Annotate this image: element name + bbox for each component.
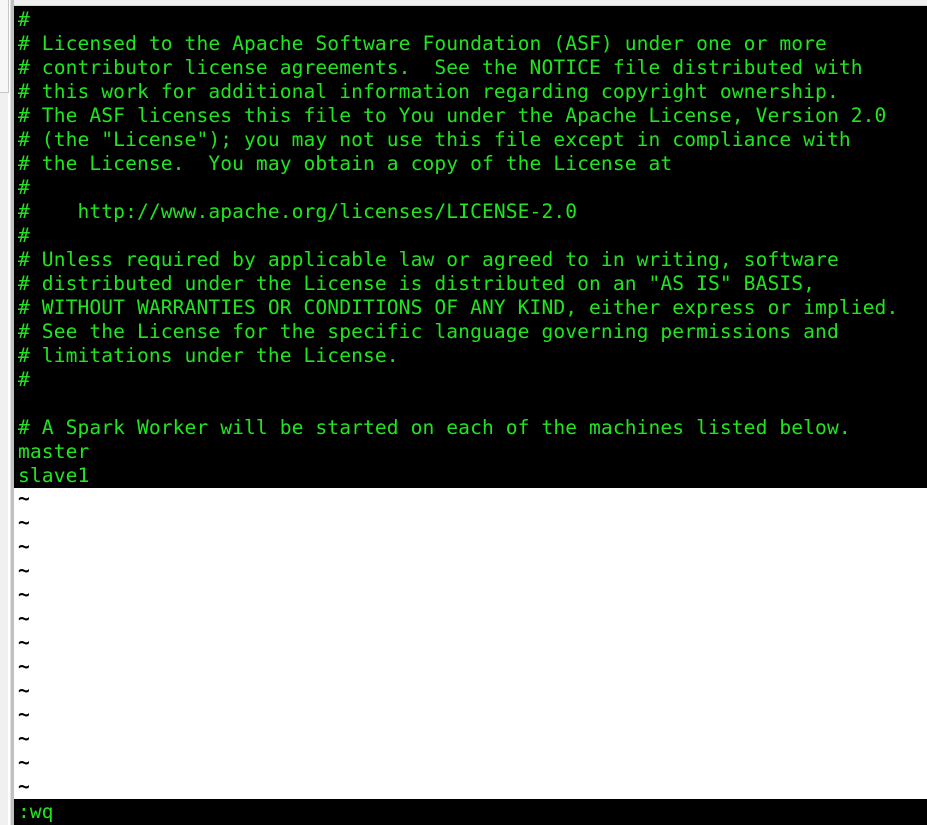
empty-line-marker: ~ — [18, 727, 30, 750]
empty-line-marker: ~ — [18, 559, 30, 582]
empty-line-marker: ~ — [18, 679, 30, 702]
background-window-fragment — [0, 0, 9, 93]
buffer-line: # A Spark Worker will be started on each… — [18, 416, 851, 439]
empty-line-marker: ~ — [18, 655, 30, 678]
buffer-line: # this work for additional information r… — [18, 80, 839, 103]
empty-line-marker: ~ — [18, 631, 30, 654]
empty-line-marker: ~ — [18, 775, 30, 798]
command-line-bar[interactable]: :wq — [14, 799, 927, 825]
buffer-line: # — [18, 368, 30, 391]
buffer-line: # limitations under the License. — [18, 344, 399, 367]
empty-line-marker: ~ — [18, 511, 30, 534]
buffer-line: # Unless required by applicable law or a… — [18, 248, 839, 271]
buffer-line — [14, 392, 927, 416]
desktop-edge — [0, 0, 8, 825]
buffer-line: # WITHOUT WARRANTIES OR CONDITIONS OF AN… — [18, 296, 899, 319]
command-input[interactable]: :wq — [14, 799, 927, 825]
empty-lines-area: ~ ~ ~ ~ ~ ~ ~ ~ ~ ~ ~ ~ ~ — [14, 487, 927, 799]
buffer-line: # contributor license agreements. See th… — [18, 56, 863, 79]
empty-line-marker: ~ — [18, 487, 30, 510]
buffer-line: # See the License for the specific langu… — [18, 320, 839, 343]
empty-line-marker: ~ — [18, 535, 30, 558]
buffer-line: slave1 — [18, 464, 90, 487]
buffer-line: # the License. You may obtain a copy of … — [18, 152, 673, 175]
vim-buffer[interactable]: # # Licensed to the Apache Software Foun… — [14, 6, 927, 488]
buffer-line: # http://www.apache.org/licenses/LICENSE… — [18, 200, 578, 223]
buffer-line: # Licensed to the Apache Software Founda… — [18, 32, 827, 55]
empty-line-marker: ~ — [18, 607, 30, 630]
buffer-line: # The ASF licenses this file to You unde… — [18, 104, 887, 127]
buffer-line: # — [18, 8, 30, 31]
empty-line-marker: ~ — [18, 751, 30, 774]
empty-line-marker: ~ — [18, 703, 30, 726]
buffer-line: # — [18, 224, 30, 247]
terminal-window[interactable]: # # Licensed to the Apache Software Foun… — [14, 6, 927, 825]
buffer-line: # (the "License"); you may not use this … — [18, 128, 851, 151]
empty-line-marker: ~ — [18, 583, 30, 606]
buffer-line: # — [18, 176, 30, 199]
buffer-line: # distributed under the License is distr… — [18, 272, 816, 295]
buffer-line: master — [18, 440, 90, 463]
